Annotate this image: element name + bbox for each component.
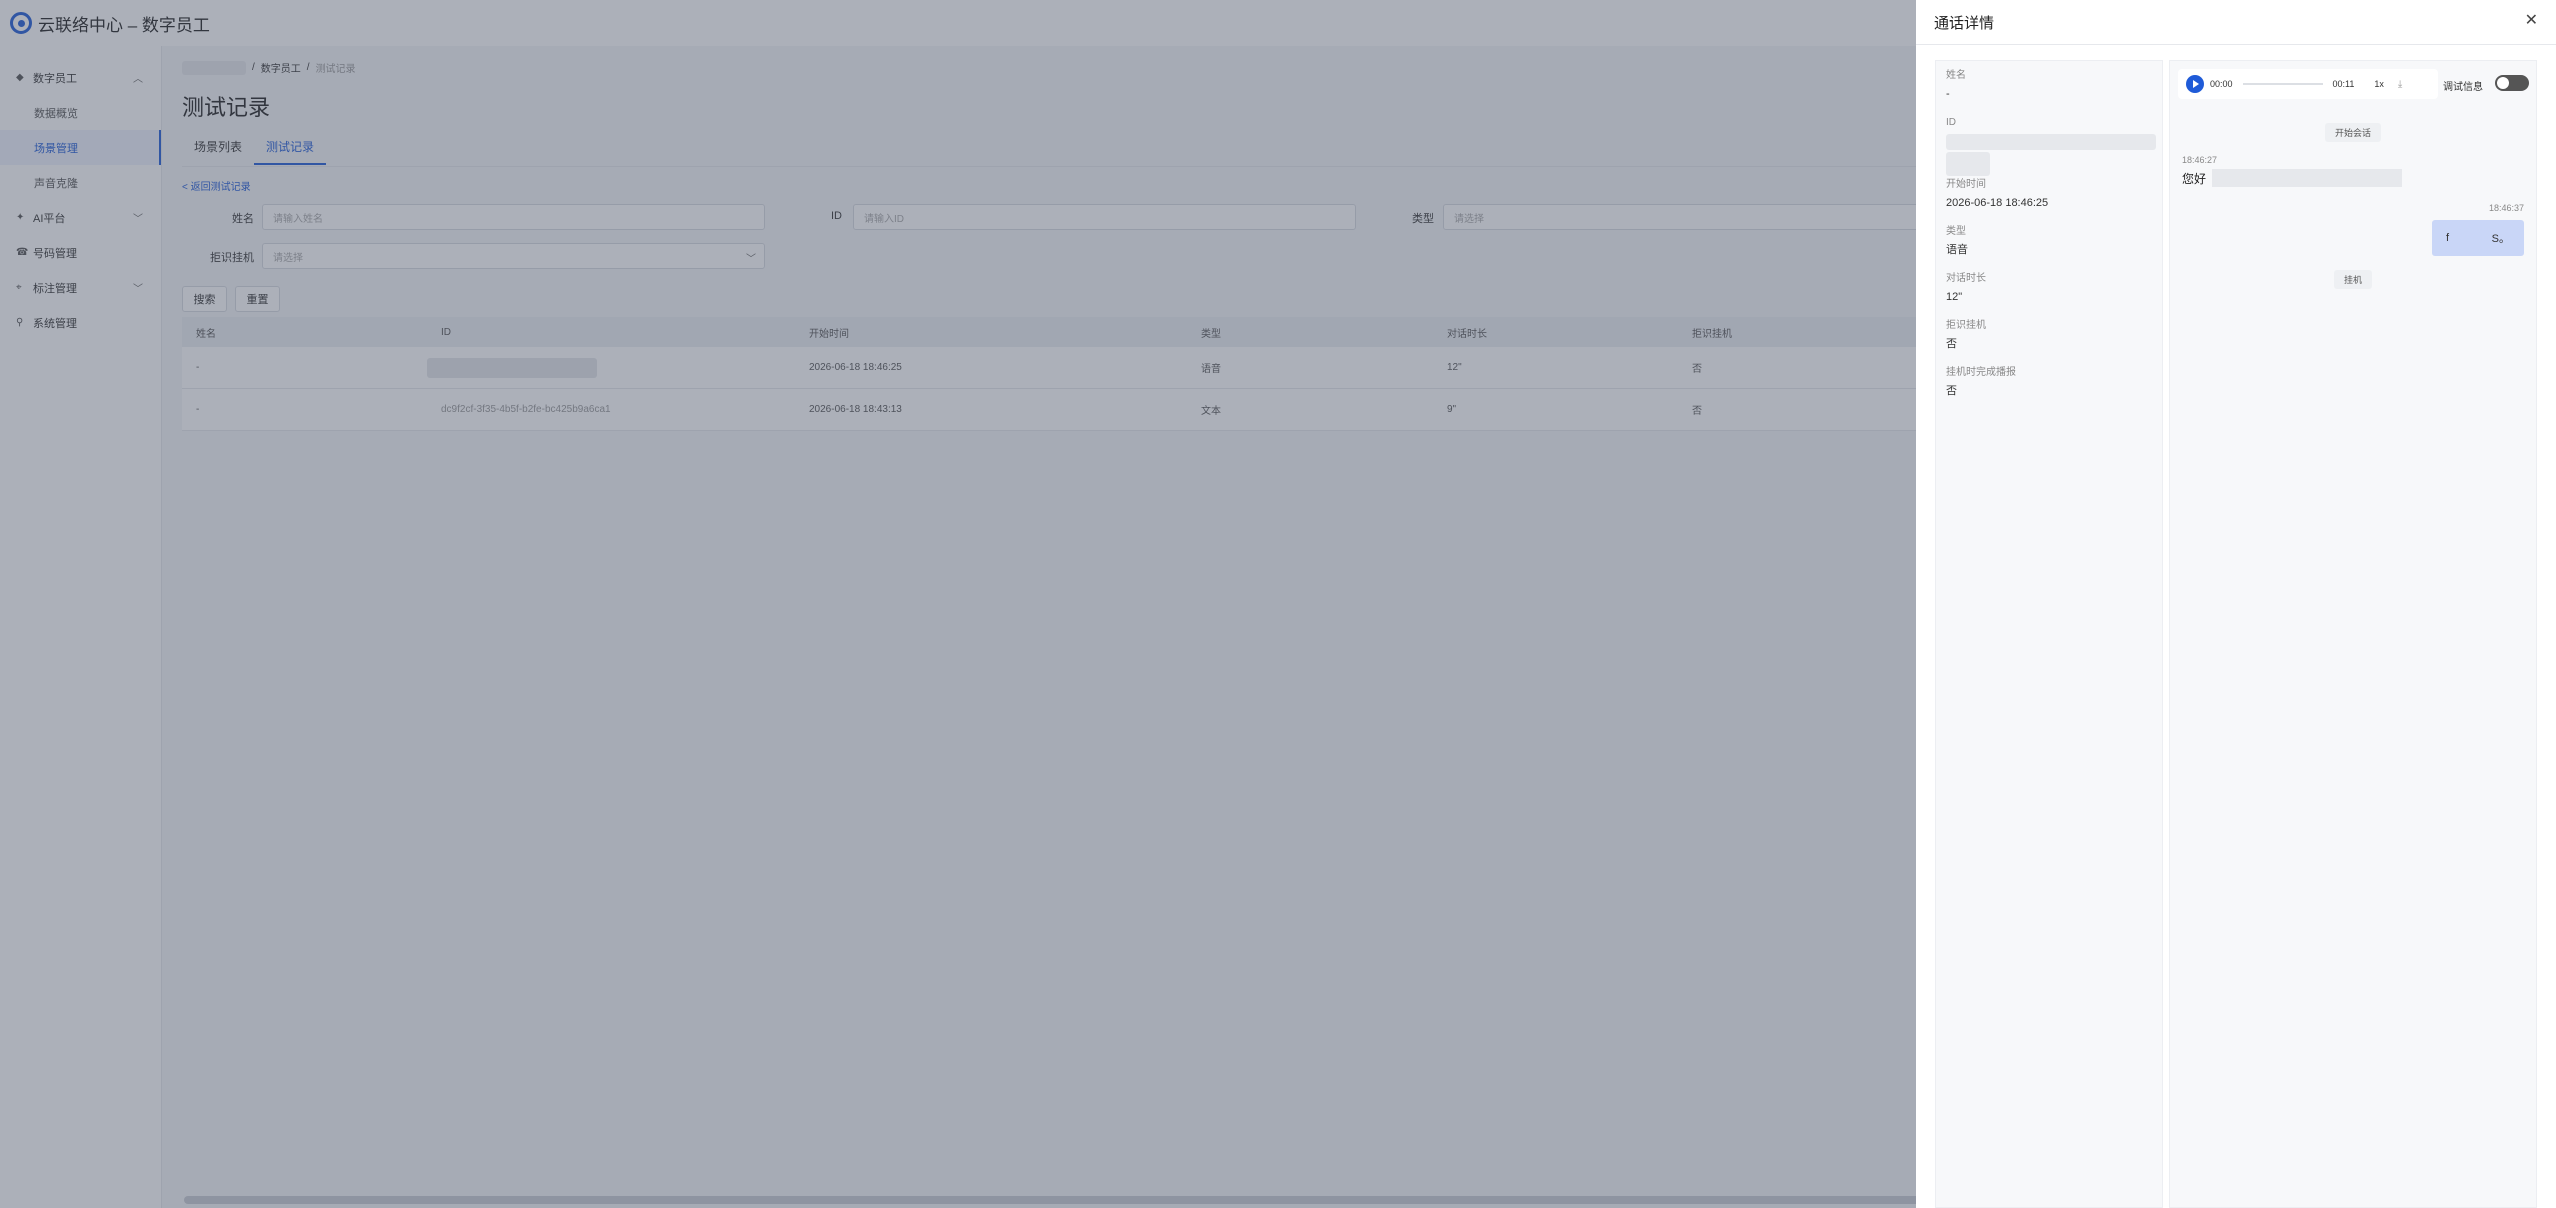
chat-panel: 00:00 00:11 1x ⤓ 调试信息 开始会话 18:46:27 您好 1…: [2169, 60, 2537, 1208]
current-time: 00:00: [2210, 79, 2233, 89]
info-type: 语音: [1946, 244, 1968, 256]
hangup-badge: 挂机: [2333, 270, 2373, 289]
total-time: 00:11: [2332, 79, 2355, 89]
user-message-time: 18:46:37: [2488, 203, 2524, 213]
info-name: -: [1946, 88, 1950, 100]
audio-player: 00:00 00:11 1x ⤓: [2178, 69, 2438, 99]
redacted-id: [1946, 152, 1990, 176]
bot-message-time: 18:46:27: [2182, 155, 2218, 165]
session-start-badge: 开始会话: [2324, 123, 2382, 142]
debug-toggle[interactable]: [2495, 75, 2529, 91]
close-icon[interactable]: ✕: [2525, 10, 2538, 30]
play-icon[interactable]: [2186, 75, 2204, 93]
user-message: f S。: [2432, 220, 2524, 256]
info-hangup-broadcast: 否: [1946, 385, 1957, 397]
debug-label: 调试信息: [2443, 82, 2483, 93]
call-detail-drawer: 通话详情 ✕ 姓名 - ID 开始时间 2026-06-18 18:46:25 …: [1916, 0, 2556, 1208]
speed-button[interactable]: 1x: [2374, 79, 2384, 89]
download-icon[interactable]: ⤓: [2398, 79, 2402, 90]
redacted-text: [2212, 169, 2403, 187]
info-duration: 12": [1946, 291, 1963, 303]
bot-message: 您好: [2182, 169, 2403, 187]
info-hangup: 否: [1946, 338, 1957, 350]
redacted-id: [1946, 134, 2156, 150]
modal-overlay[interactable]: [0, 0, 1916, 1208]
drawer-title: 通话详情: [1934, 15, 1995, 32]
call-info-panel: 姓名 - ID 开始时间 2026-06-18 18:46:25 类型 语音 对…: [1935, 60, 2163, 1208]
drawer-divider: [1916, 44, 2556, 45]
info-start-time: 2026-06-18 18:46:25: [1946, 197, 2049, 209]
audio-progress[interactable]: [2242, 83, 2323, 85]
